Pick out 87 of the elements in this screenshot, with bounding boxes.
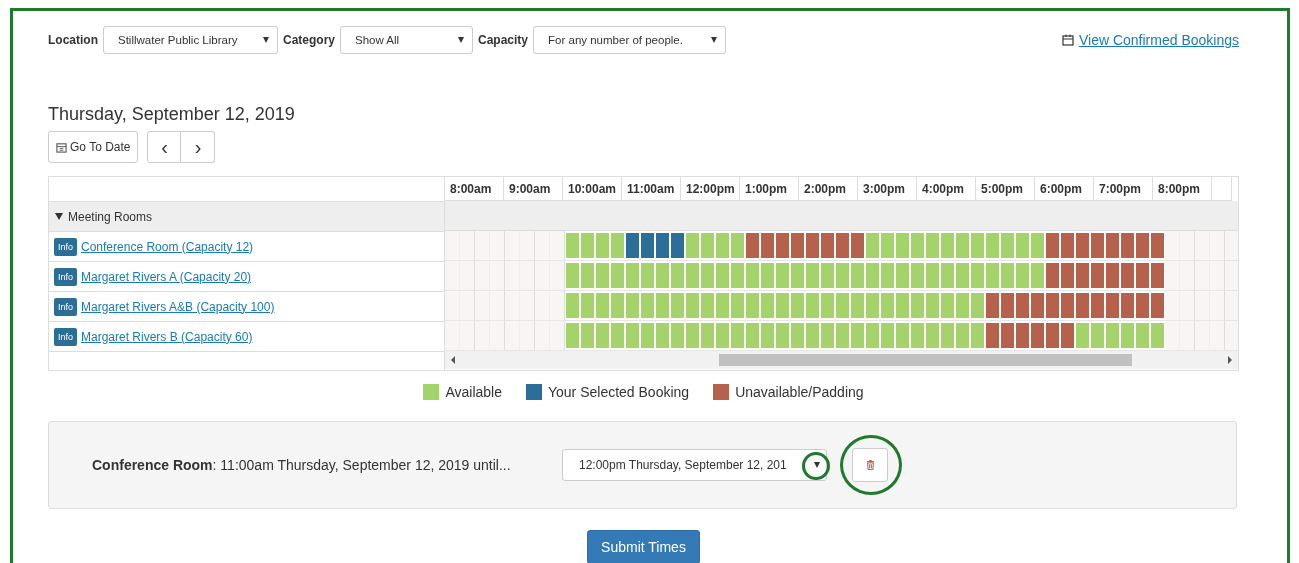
time-slot[interactable] [640,233,655,258]
time-slot[interactable] [790,233,805,258]
time-slot[interactable] [1045,233,1060,258]
time-slot[interactable] [1150,293,1165,318]
end-time-select[interactable]: 12:00pm Thursday, September 12, 201 [562,449,827,481]
time-slot[interactable] [1060,263,1075,288]
date-heading: Thursday, September 12, 2019 [48,104,296,125]
time-slot[interactable] [760,233,775,258]
time-slot[interactable] [985,323,1000,348]
group-label: Meeting Rooms [68,209,153,224]
time-slot[interactable] [1045,293,1060,318]
next-day-button[interactable]: › [181,131,216,163]
dropdown-caret-icon [263,37,269,43]
filter-label: Capacity [478,33,529,47]
time-slot[interactable] [1150,233,1165,258]
legend-label: Unavailable/Padding [735,384,864,400]
time-slot[interactable] [1135,263,1150,288]
previous-day-button[interactable]: ‹ [147,131,182,163]
time-slot[interactable] [1120,263,1135,288]
room-link[interactable]: Conference Room (Capacity 12) [81,239,254,254]
dropdown-caret-icon [458,37,464,43]
filter-select[interactable]: Stillwater Public Library [103,26,278,54]
time-slot[interactable] [745,233,760,258]
filter-label: Location [48,33,98,47]
scroll-right-arrow-icon[interactable] [1228,356,1232,364]
trash-icon [865,460,875,470]
time-slot[interactable] [1090,293,1105,318]
time-slot[interactable] [1075,263,1090,288]
time-slot[interactable] [1150,263,1165,288]
delete-button[interactable] [852,448,888,482]
time-slot[interactable] [805,233,820,258]
scroll-left-arrow-icon[interactable] [451,356,455,364]
time-slot[interactable] [835,233,850,258]
go-to-date-button[interactable]: Go To Date [48,131,139,163]
time-slot[interactable] [820,233,835,258]
submit-times-button[interactable]: Submit Times [587,530,700,563]
info-badge[interactable]: Info [54,327,77,346]
scrollbar-thumb[interactable] [719,354,1132,366]
filter-select[interactable]: Show All [340,26,473,54]
time-slot[interactable] [1030,293,1045,318]
info-badge[interactable]: Info [54,237,77,256]
time-slot[interactable] [1060,293,1075,318]
filter-select[interactable]: For any number of people. [533,26,727,54]
time-slot[interactable] [1045,323,1060,348]
legend-label: Available [445,384,502,400]
time-slot[interactable] [1075,293,1090,318]
time-slot[interactable] [985,293,1000,318]
highlight-circle [840,435,902,495]
time-slot[interactable] [655,233,670,258]
room-link[interactable]: Margaret Rivers A&B (Capacity 100) [81,299,275,314]
time-slot[interactable] [1015,323,1030,348]
time-slot[interactable] [670,233,685,258]
highlight-circle [802,452,830,480]
room-link[interactable]: Margaret Rivers A (Capacity 20) [81,269,252,284]
time-slot[interactable] [775,233,790,258]
time-slot[interactable] [1075,233,1090,258]
time-slot[interactable] [1060,323,1075,348]
info-badge[interactable]: Info [54,267,77,286]
time-slot[interactable] [1015,293,1030,318]
time-slot[interactable] [1105,263,1120,288]
time-slot[interactable] [1105,233,1120,258]
time-slot[interactable] [1135,233,1150,258]
booking-summary: Conference Room: 11:00am Thursday, September 12, 2019 until... [92,457,512,473]
calendar-icon [56,141,67,153]
time-slot[interactable] [1120,293,1135,318]
time-slot[interactable] [1060,233,1075,258]
calendar-icon [1061,34,1074,46]
time-slot[interactable] [1030,323,1045,348]
filter-label: Category [283,33,335,47]
time-slot[interactable] [1090,263,1105,288]
horizontal-scrollbar[interactable] [445,351,1238,369]
time-slot[interactable] [1135,293,1150,318]
time-slot[interactable] [850,233,865,258]
room-link[interactable]: Margaret Rivers B (Capacity 60) [81,329,253,344]
time-slot[interactable] [1120,233,1135,258]
info-badge[interactable]: Info [54,297,77,316]
time-slot[interactable] [1000,323,1015,348]
dropdown-caret-icon [711,37,718,43]
time-slot[interactable] [1105,293,1120,318]
time-slot[interactable] [625,233,640,258]
view-confirmed-bookings-link[interactable]: View Confirmed Bookings [1078,32,1239,48]
legend-label: Your Selected Booking [548,384,690,400]
dropdown-caret-icon [814,462,820,468]
time-slot[interactable] [1045,263,1060,288]
time-slot[interactable] [1090,233,1105,258]
time-slot[interactable] [1000,293,1015,318]
group-row[interactable]: Meeting Rooms [49,202,444,232]
